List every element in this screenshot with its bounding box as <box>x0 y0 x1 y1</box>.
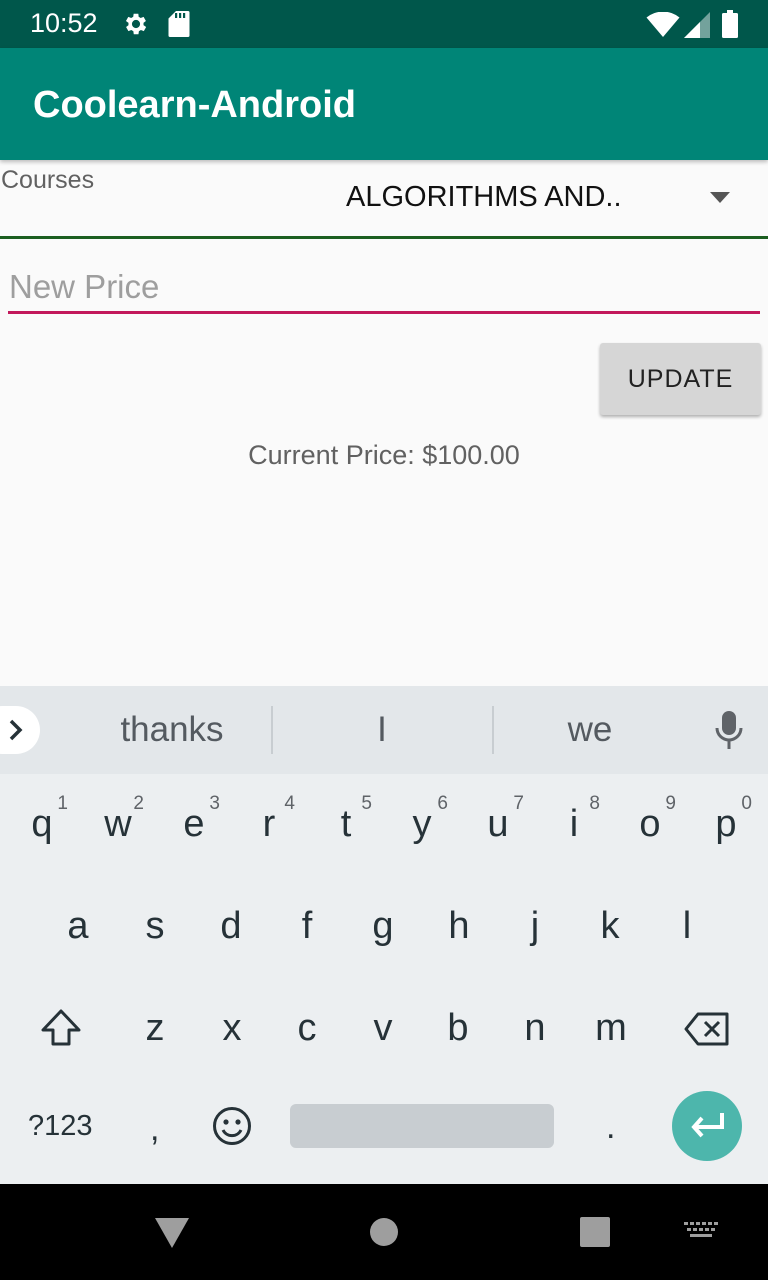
key-number-hint: 2 <box>133 793 144 814</box>
key-j[interactable]: j <box>497 880 573 972</box>
status-bar: 10:52 <box>0 0 768 48</box>
app-title: Coolearn-Android <box>33 84 356 126</box>
comma-key[interactable]: , <box>150 1110 159 1149</box>
key-b[interactable]: b <box>420 982 496 1074</box>
key-n[interactable]: n <box>497 982 573 1074</box>
key-letter: w <box>104 803 132 845</box>
key-letter: o <box>639 803 661 845</box>
back-triangle-icon[interactable] <box>155 1218 189 1255</box>
emoji-icon <box>213 1107 251 1145</box>
key-e[interactable]: e3 <box>156 778 232 870</box>
suggestion-2[interactable]: I <box>310 710 454 750</box>
key-letter: p <box>715 803 737 845</box>
soft-keyboard: thanks I we q1w2e3r4t5y6u7i8o9p0 asdfghj… <box>0 686 768 1184</box>
course-selected-value: ALGORITHMS AND.. <box>346 181 622 213</box>
settings-gear-icon <box>122 10 150 43</box>
emoji-key[interactable] <box>212 1106 252 1151</box>
key-letter: q <box>31 803 53 845</box>
key-number-hint: 5 <box>361 793 372 814</box>
key-w[interactable]: w2 <box>80 778 156 870</box>
keyboard-switch-icon[interactable] <box>684 1222 718 1245</box>
suggestion-bar: thanks I we <box>0 686 768 774</box>
period-key[interactable]: . <box>606 1108 615 1147</box>
key-letter: i <box>569 803 579 845</box>
recents-square-icon[interactable] <box>580 1217 610 1252</box>
suggestion-3[interactable]: we <box>518 710 662 750</box>
key-p[interactable]: p0 <box>688 778 764 870</box>
key-number-hint: 3 <box>209 793 220 814</box>
enter-key[interactable] <box>672 1091 742 1161</box>
key-letter: y <box>412 803 432 845</box>
shift-icon <box>41 1009 81 1046</box>
key-letter: e <box>183 803 205 845</box>
key-d[interactable]: d <box>193 880 269 972</box>
key-l[interactable]: l <box>649 880 725 972</box>
key-k[interactable]: k <box>572 880 648 972</box>
key-m[interactable]: m <box>573 982 649 1074</box>
key-u[interactable]: u7 <box>460 778 536 870</box>
key-x[interactable]: x <box>194 982 270 1074</box>
key-o[interactable]: o9 <box>612 778 688 870</box>
key-a[interactable]: a <box>40 880 116 972</box>
home-circle-icon[interactable] <box>369 1217 399 1252</box>
battery-icon <box>722 10 738 43</box>
status-time: 10:52 <box>30 8 98 38</box>
key-number-hint: 6 <box>437 793 448 814</box>
key-v[interactable]: v <box>345 982 421 1074</box>
dropdown-arrow-icon <box>710 191 730 203</box>
key-number-hint: 7 <box>513 793 524 814</box>
key-number-hint: 4 <box>284 793 295 814</box>
current-price-text: Current Price: $100.00 <box>248 440 520 470</box>
expand-suggestions-button[interactable] <box>0 706 40 754</box>
key-q[interactable]: q1 <box>4 778 80 870</box>
wifi-icon <box>646 11 680 43</box>
course-spinner[interactable]: ALGORITHMS AND.. <box>0 165 768 237</box>
microphone-icon[interactable] <box>714 710 744 755</box>
key-number-hint: 1 <box>57 793 68 814</box>
suggestion-1[interactable]: thanks <box>100 710 244 750</box>
shift-key[interactable] <box>40 1008 82 1053</box>
app-bar: Coolearn-Android <box>0 48 768 160</box>
enter-arrow-icon <box>691 1113 724 1138</box>
key-letter: t <box>340 803 352 845</box>
key-g[interactable]: g <box>345 880 421 972</box>
key-c[interactable]: c <box>269 982 345 1074</box>
navigation-bar <box>0 1184 768 1280</box>
new-price-input[interactable] <box>8 262 760 314</box>
key-f[interactable]: f <box>269 880 345 972</box>
key-letter: r <box>262 803 276 845</box>
key-number-hint: 8 <box>589 793 600 814</box>
backspace-key[interactable] <box>684 1012 730 1051</box>
key-r[interactable]: r4 <box>231 778 307 870</box>
key-h[interactable]: h <box>421 880 497 972</box>
cell-signal-icon <box>684 12 710 43</box>
space-bar[interactable] <box>290 1104 554 1148</box>
spinner-underline <box>0 236 768 239</box>
key-t[interactable]: t5 <box>308 778 384 870</box>
symbols-key[interactable]: ?123 <box>28 1110 93 1143</box>
chevron-right-icon <box>9 719 23 741</box>
key-z[interactable]: z <box>117 982 193 1074</box>
key-letter: u <box>487 803 509 845</box>
sd-card-icon <box>168 10 190 43</box>
key-s[interactable]: s <box>117 880 193 972</box>
update-button[interactable]: UPDATE <box>600 343 761 415</box>
key-i[interactable]: i8 <box>536 778 612 870</box>
backspace-icon <box>684 1012 729 1046</box>
suggestion-divider <box>271 706 273 754</box>
key-y[interactable]: y6 <box>384 778 460 870</box>
key-number-hint: 9 <box>665 793 676 814</box>
key-number-hint: 0 <box>741 793 752 814</box>
suggestion-divider <box>492 706 494 754</box>
